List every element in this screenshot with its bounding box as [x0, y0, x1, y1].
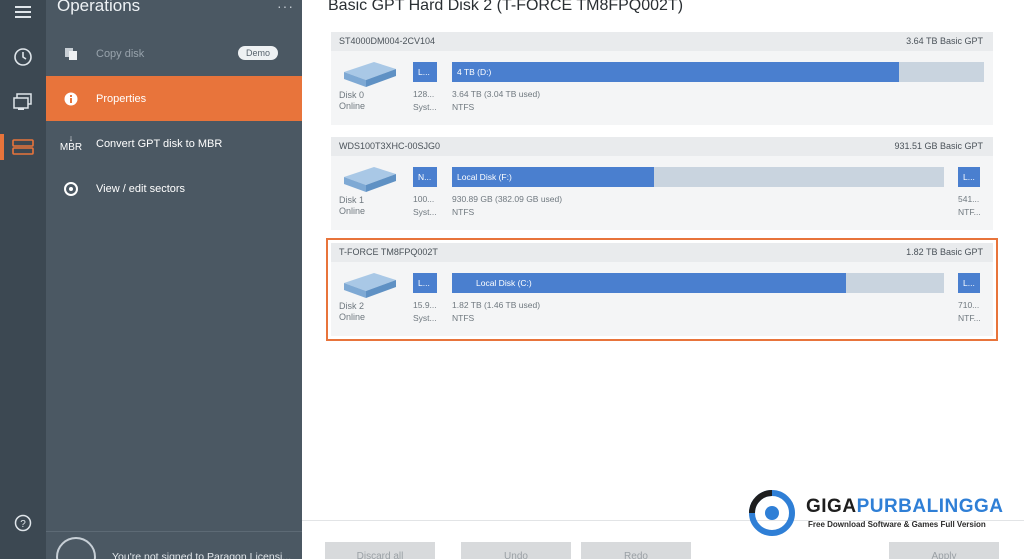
partition-fs: Syst... — [413, 102, 437, 112]
watermark: GIGAPURBALINGGA Free Download Software &… — [748, 490, 1010, 536]
demo-badge: Demo — [237, 46, 278, 60]
disk-number: Disk 2 — [339, 301, 365, 311]
partition-main[interactable]: Local Disk (F:) — [452, 167, 944, 187]
partition-label: Local Disk (F:) — [457, 172, 512, 182]
partition-used-fill — [452, 62, 899, 82]
partition-size: 1.82 TB (1.46 TB used) — [452, 300, 541, 310]
disk-model: WDS100T3XHC-00SJG0 — [339, 141, 441, 151]
disk-info: 931.51 GB Basic GPT — [894, 141, 983, 151]
operations-panel: Operations ··· Copy disk Demo Properties… — [46, 0, 302, 559]
history-icon[interactable] — [0, 37, 46, 77]
partition-fs: NTFS — [452, 207, 475, 217]
discard-all-button[interactable]: Discard all — [325, 542, 435, 559]
menu-icon[interactable] — [0, 0, 46, 32]
partition-size: 128... — [413, 89, 435, 99]
copy-icon — [46, 47, 96, 61]
op-properties[interactable]: Properties — [46, 76, 302, 121]
disk-number: Disk 0 — [339, 90, 365, 100]
partition-fs: NTFS — [452, 313, 475, 323]
partition-small[interactable]: L... — [413, 273, 437, 293]
disk-model: T-FORCE TM8FPQ002T — [339, 247, 438, 257]
partition-label: 4 TB (D:) — [457, 67, 492, 77]
disk-status: Online — [339, 206, 366, 216]
partition-label: L... — [963, 172, 975, 182]
op-convert-label: Convert GPT disk to MBR — [96, 137, 223, 150]
divider — [46, 531, 302, 532]
op-view-edit-sectors[interactable]: View / edit sectors — [46, 166, 302, 211]
help-icon[interactable]: ? — [0, 503, 46, 543]
disk-model: ST4000DM004-2CV104 — [339, 36, 436, 46]
apply-button[interactable]: Apply — [889, 542, 999, 559]
more-options-icon[interactable]: ··· — [277, 0, 294, 14]
partition-fs: Syst... — [413, 207, 437, 217]
partition-end[interactable]: L... — [958, 273, 980, 293]
disk-number: Disk 1 — [339, 195, 365, 205]
hard-disk-icon — [344, 62, 396, 87]
page-title: Basic GPT Hard Disk 2 (T-FORCE TM8FPQ002… — [328, 0, 684, 14]
disk-info: 3.64 TB Basic GPT — [906, 36, 983, 46]
disk-header: WDS100T3XHC-00SJG0 931.51 GB Basic GPT — [331, 137, 993, 156]
operations-title: Operations — [57, 0, 141, 15]
partition-label: L... — [418, 67, 430, 77]
partition-fs: NTFS — [452, 102, 475, 112]
partition-small[interactable]: L... — [413, 62, 437, 82]
redo-button[interactable]: Redo — [581, 542, 691, 559]
nav-rail: ? — [0, 0, 46, 559]
mbr-icon-text: MBR — [59, 142, 83, 153]
partition-main[interactable]: Local Disk (C:) — [452, 273, 944, 293]
partition-end[interactable]: L... — [958, 167, 980, 187]
op-properties-label: Properties — [96, 92, 147, 105]
convert-mbr-icon: ↓ MBR — [59, 133, 83, 153]
watermark-logo-icon — [749, 490, 795, 536]
partition-size: 930.89 GB (382.09 GB used) — [452, 194, 563, 204]
disk-card[interactable]: WDS100T3XHC-00SJG0 931.51 GB Basic GPT D… — [331, 137, 993, 230]
undo-button[interactable]: Undo — [461, 542, 571, 559]
disk-status: Online — [339, 101, 366, 111]
info-icon — [46, 92, 96, 106]
watermark-brand: GIGAPURBALINGGA — [806, 496, 1004, 518]
partition-label: N... — [418, 172, 432, 182]
watermark-brand-a: GIGA — [806, 496, 857, 517]
watermark-brand-b: PURBALINGGA — [856, 496, 1004, 517]
partition-size: 710... — [958, 300, 980, 310]
partition-size: 541... — [958, 194, 980, 204]
account-status-text: You're not signed to Paragon Licensi... — [112, 551, 292, 559]
disk-status: Online — [339, 312, 366, 322]
hard-disk-icon — [344, 167, 396, 192]
partition-fs: Syst... — [413, 313, 437, 323]
partition-small[interactable]: N... — [413, 167, 437, 187]
disk-header: T-FORCE TM8FPQ002T 1.82 TB Basic GPT — [331, 243, 993, 262]
account-status[interactable]: You're not signed to Paragon Licensi... — [56, 537, 291, 559]
partition-size: 100... — [413, 194, 435, 204]
op-view-sectors-label: View / edit sectors — [96, 182, 186, 195]
partition-main[interactable]: 4 TB (D:) — [452, 62, 984, 82]
svg-text:?: ? — [20, 519, 26, 530]
op-copy-disk[interactable]: Copy disk Demo — [46, 31, 302, 76]
partition-label: L... — [963, 278, 975, 288]
partition-label: Local Disk (C:) — [476, 278, 532, 288]
op-copy-disk-label: Copy disk — [96, 47, 145, 60]
avatar-icon — [56, 537, 96, 559]
disk-card[interactable]: ST4000DM004-2CV104 3.64 TB Basic GPT Dis… — [331, 32, 993, 125]
partition-fs: NTF... — [958, 313, 981, 323]
partition-size: 3.64 TB (3.04 TB used) — [452, 89, 541, 99]
monitor-icon[interactable] — [0, 82, 46, 122]
partition-label: L... — [418, 278, 430, 288]
sectors-icon — [46, 181, 96, 196]
op-convert-gpt-mbr[interactable]: ↓ MBR Convert GPT disk to MBR — [46, 121, 302, 166]
disk-info: 1.82 TB Basic GPT — [906, 247, 983, 257]
disk-header: ST4000DM004-2CV104 3.64 TB Basic GPT — [331, 32, 993, 51]
partition-fs: NTF... — [958, 207, 981, 217]
partition-size: 15.9... — [413, 300, 437, 310]
disk-card-selected[interactable]: T-FORCE TM8FPQ002T 1.82 TB Basic GPT Dis… — [326, 238, 998, 341]
hard-disk-icon — [344, 273, 396, 298]
disks-icon[interactable] — [0, 127, 46, 167]
watermark-tagline: Free Download Software & Games Full Vers… — [808, 520, 986, 529]
